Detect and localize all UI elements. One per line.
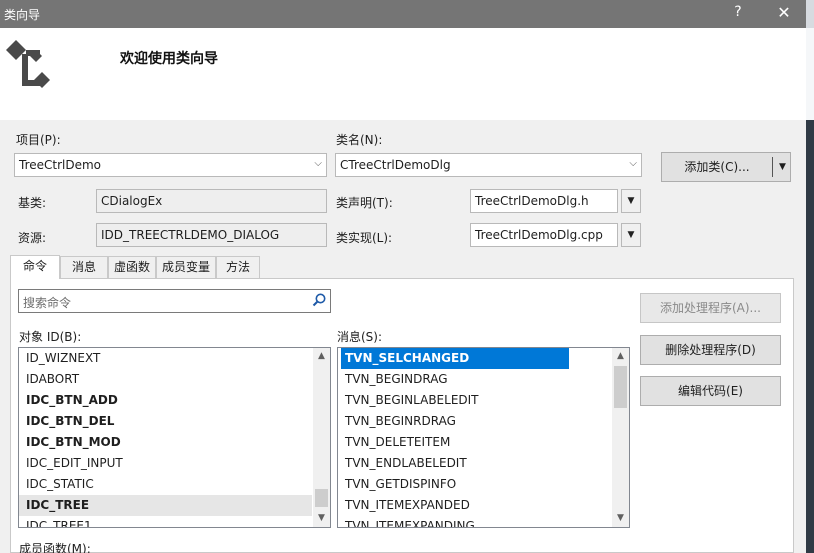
class-decl-value: TreeCtrlDemoDlg.h <box>475 194 589 208</box>
close-button[interactable]: ✕ <box>770 3 798 22</box>
resource-label: 资源: <box>18 231 47 245</box>
object-id-scrollbar[interactable]: ▲ ▼ <box>313 348 330 527</box>
messages-list[interactable]: TVN_SELCHANGED TVN_BEGINDRAG TVN_BEGINLABE… <box>337 347 630 528</box>
object-id-item[interactable]: ID_WIZNEXT <box>19 348 312 369</box>
scroll-thumb[interactable] <box>614 366 627 408</box>
title-bar: 类向导 ? ✕ <box>0 0 806 28</box>
scroll-up-icon[interactable]: ▲ <box>612 348 629 365</box>
member-functions-label: 成员函数(M): <box>19 542 91 553</box>
help-button[interactable]: ? <box>726 4 750 20</box>
class-impl-value: TreeCtrlDemoDlg.cpp <box>475 228 603 242</box>
chevron-down-icon: ⌵ <box>314 158 322 169</box>
object-id-item[interactable]: IDC_BTN_ADD <box>19 390 312 411</box>
tab-virtual-functions[interactable]: 虚函数 <box>108 256 156 278</box>
message-rows: TVN_SELCHANGED TVN_BEGINDRAG TVN_BEGINLABE… <box>338 348 611 527</box>
project-value: TreeCtrlDemo <box>19 158 102 172</box>
message-item[interactable]: TVN_DELETEITEM <box>338 432 611 453</box>
object-id-item[interactable]: IDC_TREE1 <box>19 516 312 527</box>
classname-value: CTreeCtrlDemoDlg <box>340 158 451 172</box>
object-id-item[interactable]: IDABORT <box>19 369 312 390</box>
add-handler-button[interactable]: 添加处理程序(A)... <box>640 293 781 323</box>
messages-scrollbar[interactable]: ▲ ▼ <box>612 348 629 527</box>
message-item[interactable]: TVN_ENDLABELEDIT <box>338 453 611 474</box>
chevron-down-icon: ⌵ <box>629 158 637 169</box>
base-class-field: CDialogEx <box>96 189 327 213</box>
class-impl-dropdown-button[interactable]: ▼ <box>621 223 641 247</box>
background-window-edge <box>806 0 814 553</box>
message-item[interactable]: TVN_ITEMEXPANDING <box>338 516 611 527</box>
background-window-header <box>806 28 814 120</box>
message-item[interactable]: TVN_ITEMEXPANDED <box>338 495 611 516</box>
scroll-down-icon[interactable]: ▼ <box>612 510 629 527</box>
add-class-button[interactable]: 添加类(C)... ▼ <box>661 152 791 182</box>
object-id-item[interactable]: IDC_BTN_MOD <box>19 432 312 453</box>
project-label: 项目(P): <box>16 133 61 147</box>
object-id-list[interactable]: ID_WIZNEXT IDABORT IDC_BTN_ADD IDC_BTN_DEL I… <box>18 347 331 528</box>
scroll-up-icon[interactable]: ▲ <box>313 348 330 365</box>
search-commands-input[interactable]: 搜索命令 <box>18 289 331 313</box>
object-id-label: 对象 ID(B): <box>19 330 82 344</box>
class-impl-label: 类实现(L): <box>336 231 393 245</box>
messages-label: 消息(S): <box>337 330 383 344</box>
object-id-rows: ID_WIZNEXT IDABORT IDC_BTN_ADD IDC_BTN_DEL I… <box>19 348 312 527</box>
object-id-item[interactable]: IDC_BTN_DEL <box>19 411 312 432</box>
scroll-thumb[interactable] <box>315 489 328 507</box>
search-placeholder: 搜索命令 <box>23 296 72 310</box>
class-decl-dropdown-button[interactable]: ▼ <box>621 189 641 213</box>
classname-label: 类名(N): <box>336 133 383 147</box>
resource-field: IDD_TREECTRLDEMO_DIALOG <box>96 223 327 247</box>
classname-combo[interactable]: CTreeCtrlDemoDlg ⌵ <box>335 153 642 177</box>
object-id-item[interactable]: IDC_STATIC <box>19 474 312 495</box>
class-decl-field[interactable]: TreeCtrlDemoDlg.h <box>470 189 618 213</box>
add-class-label[interactable]: 添加类(C)... <box>662 153 772 181</box>
object-id-item[interactable]: IDC_EDIT_INPUT <box>19 453 312 474</box>
message-item[interactable]: TVN_BEGINDRAG <box>338 369 611 390</box>
scroll-down-icon[interactable]: ▼ <box>313 510 330 527</box>
background-window-body <box>806 120 814 553</box>
tab-member-variables[interactable]: 成员变量 <box>156 256 216 278</box>
window-title: 类向导 <box>4 8 41 22</box>
object-id-item[interactable]: IDC_TREE <box>19 495 312 516</box>
base-class-label: 基类: <box>18 196 47 210</box>
class-wizard-logo-icon <box>6 40 50 88</box>
class-decl-label: 类声明(T): <box>336 196 393 210</box>
tab-messages[interactable]: 消息 <box>60 256 108 278</box>
welcome-heading: 欢迎使用类向导 <box>120 51 218 67</box>
message-item[interactable]: TVN_GETDISPINFO <box>338 474 611 495</box>
project-combo[interactable]: TreeCtrlDemo ⌵ <box>14 153 327 177</box>
wizard-header: 欢迎使用类向导 <box>0 28 806 120</box>
class-impl-field[interactable]: TreeCtrlDemoDlg.cpp <box>470 223 618 247</box>
split-separator <box>772 157 773 177</box>
tab-methods[interactable]: 方法 <box>216 256 260 278</box>
message-item[interactable]: TVN_BEGINRDRAG <box>338 411 611 432</box>
search-icon[interactable] <box>311 292 327 308</box>
class-wizard-window: 类向导 ? ✕ 欢迎使用类向导 项目(P): TreeCtrlDemo ⌵ 类名… <box>0 0 806 553</box>
edit-code-button[interactable]: 编辑代码(E) <box>640 376 781 406</box>
message-item[interactable]: TVN_BEGINLABELEDIT <box>338 390 611 411</box>
delete-handler-button[interactable]: 删除处理程序(D) <box>640 335 781 365</box>
dropdown-arrow-icon[interactable]: ▼ <box>775 153 790 181</box>
message-item[interactable]: TVN_SELCHANGED <box>341 348 569 369</box>
resource-value: IDD_TREECTRLDEMO_DIALOG <box>101 228 280 242</box>
base-class-value: CDialogEx <box>101 194 163 208</box>
tab-commands[interactable]: 命令 <box>10 255 60 279</box>
